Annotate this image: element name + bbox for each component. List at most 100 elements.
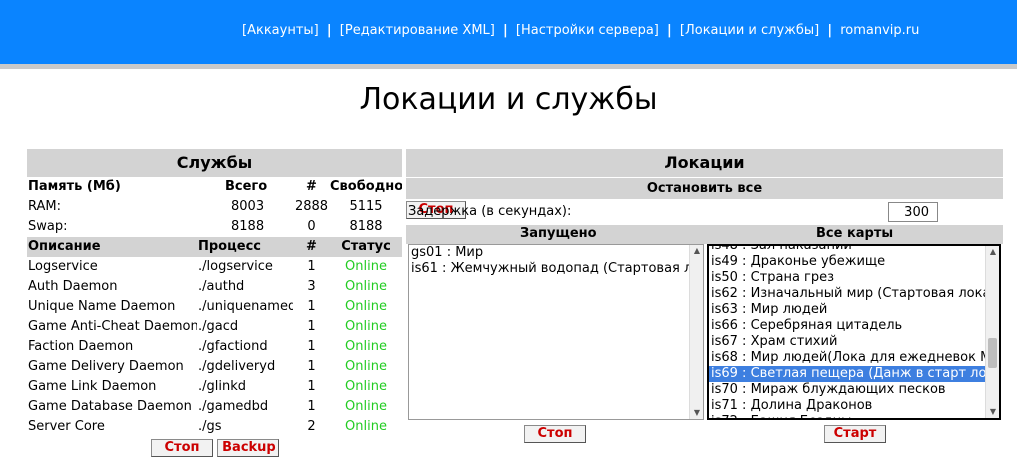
map-option[interactable]: is66 : Серебряная цитадель (709, 318, 999, 334)
all-maps-scrollbar[interactable]: ▲ ▼ (985, 246, 999, 418)
service-process: ./gacd (198, 319, 239, 334)
services-title: Службы (27, 149, 402, 177)
memory-total: 8188 (231, 219, 265, 234)
nav-locations-link[interactable]: [Локации и службы] (680, 23, 819, 38)
memory-header-total: Всего (225, 179, 268, 194)
memory-label: RAM: (28, 199, 61, 214)
stop-all-link[interactable]: Остановить все (406, 178, 1003, 199)
service-name: Game Delivery Daemon (28, 359, 184, 374)
running-locations-list[interactable]: gs01 : Мир is61 : Жемчужный водопад (Стар… (408, 244, 704, 420)
service-status: Online (345, 399, 387, 414)
services-header-row: Описание Процесс # Статус (27, 237, 402, 257)
start-button[interactable]: Старт (824, 425, 886, 443)
service-count: 2 (307, 419, 316, 434)
map-option[interactable]: is67 : Храм стихий (709, 334, 999, 350)
service-process: ./glinkd (198, 379, 247, 394)
service-process: ./uniquenamed (198, 299, 293, 314)
nav-site-link[interactable]: romanvip.ru (840, 23, 919, 38)
service-count: 1 (307, 319, 316, 334)
map-option[interactable]: is62 : Изначальный мир (Стартовая локаци… (709, 286, 999, 302)
service-count: 1 (307, 379, 316, 394)
scroll-up-icon[interactable]: ▲ (986, 246, 999, 258)
memory-total: 8003 (231, 199, 265, 214)
services-backup-button[interactable]: Backup (217, 439, 280, 457)
service-count: 1 (307, 339, 316, 354)
services-stop-button[interactable]: Стоп (151, 439, 213, 457)
memory-count: 0 (307, 219, 316, 234)
service-name: Logservice (28, 259, 98, 274)
map-option[interactable]: is48 : Зал наказаний (709, 246, 999, 254)
all-maps-list[interactable]: is48 : Зал наказаний is49 : Драконье убеж… (707, 244, 1001, 420)
service-status: Online (345, 339, 387, 354)
top-bar-divider (0, 64, 1017, 69)
service-process: ./gs (198, 419, 222, 434)
map-option[interactable]: is72 : Башня Бездны (709, 414, 999, 418)
page-title: Локации и службы (359, 82, 658, 117)
services-header-status: Статус (329, 237, 402, 257)
memory-free: 5115 (349, 199, 383, 214)
memory-row: Swap: 8188 0 8188 (27, 217, 402, 237)
all-maps-header: Все карты (816, 226, 894, 241)
scroll-down-icon[interactable]: ▼ (986, 406, 999, 418)
delay-input[interactable] (888, 202, 938, 222)
nav-separator: | (503, 23, 508, 38)
memory-header-count: # (306, 179, 317, 194)
services-buttons: Стоп Backup (151, 439, 280, 457)
service-row: Faction Daemon ./gfactiond 1 Online (27, 337, 402, 357)
all-maps-options: is48 : Зал наказаний is49 : Драконье убеж… (709, 246, 999, 418)
service-count: 1 (307, 299, 316, 314)
service-status: Online (345, 319, 387, 334)
delay-row: Задержка (в секундах): Стоп (406, 201, 1003, 225)
nav-server-settings-link[interactable]: [Настройки сервера] (516, 23, 659, 38)
service-name: Server Core (28, 419, 105, 434)
locations-title: Локации (406, 149, 1003, 177)
scroll-down-icon[interactable]: ▼ (690, 407, 703, 419)
service-status: Online (345, 379, 387, 394)
running-location-option[interactable]: is61 : Жемчужный водопад (Стартовая лока (409, 261, 703, 277)
service-count: 1 (307, 399, 316, 414)
map-option[interactable]: is49 : Драконье убежище (709, 254, 999, 270)
service-name: Unique Name Daemon (28, 299, 176, 314)
map-option[interactable]: is50 : Страна грез (709, 270, 999, 286)
scroll-up-icon[interactable]: ▲ (690, 245, 703, 257)
running-list-scrollbar[interactable]: ▲ ▼ (689, 245, 703, 419)
location-columns-header: Запущено Все карты (406, 225, 1003, 244)
service-row: Game Link Daemon ./glinkd 1 Online (27, 377, 402, 397)
running-stop-button[interactable]: Стоп (524, 425, 586, 443)
service-process: ./logservice (198, 259, 273, 274)
delay-label: Задержка (в секундах): (408, 204, 572, 219)
map-option[interactable]: is63 : Мир людей (709, 302, 999, 318)
service-count: 3 (307, 279, 316, 294)
services-header-description: Описание (27, 237, 197, 257)
locations-panel: Локации Остановить все Задержка (в секун… (406, 149, 1003, 443)
nav-accounts-link[interactable]: [Аккаунты] (242, 23, 319, 38)
memory-header-label: Память (Мб) (28, 179, 121, 194)
services-panel: Службы Память (Мб) Всего # Свободно RAM:… (27, 149, 402, 457)
service-process: ./gfactiond (198, 339, 268, 354)
running-location-option[interactable]: gs01 : Мир (409, 245, 703, 261)
nav-separator: | (827, 23, 833, 38)
memory-label: Swap: (28, 219, 68, 234)
scrollbar-thumb[interactable] (988, 338, 997, 368)
running-header: Запущено (520, 226, 597, 241)
map-option[interactable]: is71 : Долина Драконов (709, 398, 999, 414)
service-name: Game Database Daemon (28, 399, 192, 414)
service-count: 1 (307, 259, 316, 274)
nav-separator: | (326, 23, 332, 38)
memory-free: 8188 (349, 219, 383, 234)
service-name: Game Anti-Cheat Daemon (28, 319, 197, 334)
map-option[interactable]: is69 : Светлая пещера (Данж в старт локе… (709, 366, 999, 382)
memory-count: 2888 (294, 199, 329, 214)
service-status: Online (345, 419, 387, 434)
memory-header-free: Свободно (330, 179, 402, 194)
service-name: Faction Daemon (28, 339, 134, 354)
map-option[interactable]: is68 : Мир людей(Лока для ежедневок Мира (709, 350, 999, 366)
service-row: Server Core ./gs 2 Online (27, 417, 402, 437)
nav-xml-link[interactable]: [Редактирование XML] (340, 23, 495, 38)
service-name: Game Link Daemon (28, 379, 157, 394)
services-header-process: Процесс (197, 237, 293, 257)
service-name: Auth Daemon (28, 279, 118, 294)
services-header-count: # (293, 237, 329, 257)
service-row: Auth Daemon ./authd 3 Online (27, 277, 402, 297)
map-option[interactable]: is70 : Мираж блуждающих песков (709, 382, 999, 398)
